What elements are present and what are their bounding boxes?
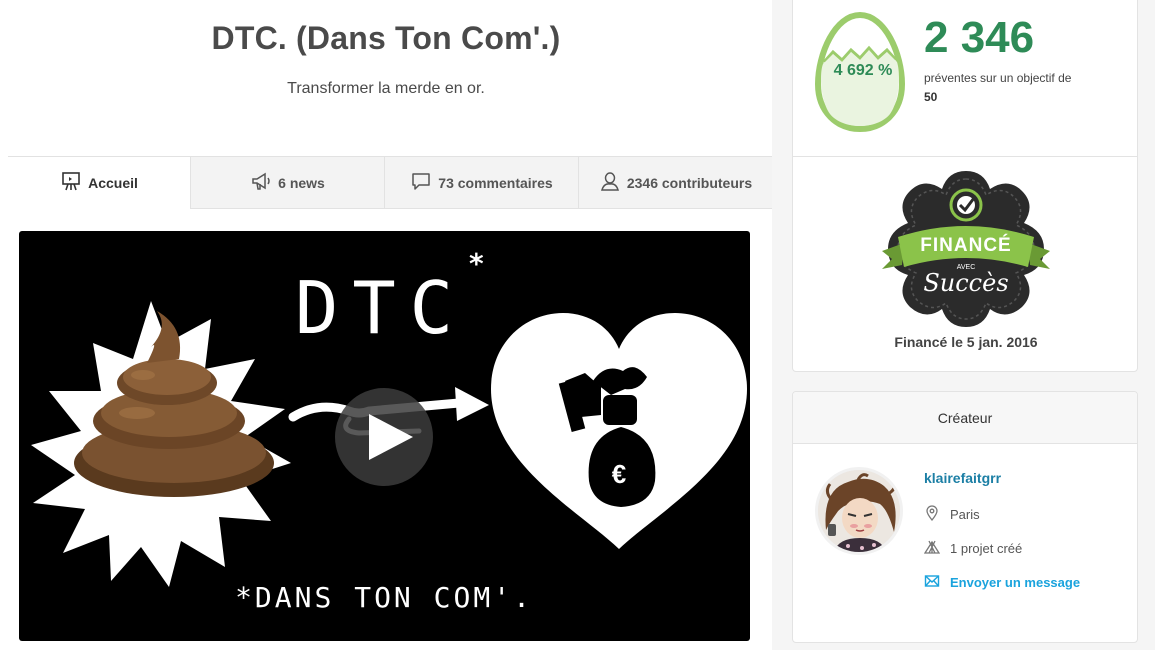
video-footnote: *DANS TON COM'. (235, 581, 533, 614)
card-divider (793, 156, 1137, 157)
sidebar: 4 692 % 2 346 préventes sur un objectif … (772, 0, 1155, 650)
video-title-text: DTC (295, 266, 467, 350)
project-video[interactable]: € DTC * *DANS TON COM'. (19, 231, 750, 641)
project-title: DTC. (Dans Ton Com'.) (211, 20, 561, 56)
badge-top-text: FINANCÉ (920, 234, 1011, 256)
easel-icon (60, 170, 82, 195)
tab-label: 73 commentaires (438, 174, 553, 191)
tab-comments[interactable]: 73 commentaires (384, 157, 578, 209)
play-icon (369, 414, 413, 460)
creator-city-label: Paris (950, 507, 980, 522)
envelope-icon (924, 573, 940, 592)
tent-icon (923, 539, 941, 558)
tab-label: 2346 contributeurs (626, 174, 753, 191)
funded-date: Financé le 5 jan. 2016 (894, 334, 1038, 350)
funding-card: 4 692 % 2 346 préventes sur un objectif … (792, 0, 1138, 372)
tab-accueil[interactable]: Accueil (8, 157, 190, 209)
location-pin-icon (924, 505, 940, 524)
presales-goal-text: préventes sur un objectif de (924, 71, 1072, 85)
creator-header: Créateur (793, 392, 1137, 444)
person-icon (599, 170, 621, 195)
creator-name[interactable]: klairefaitgrr (924, 470, 1001, 486)
creator-projects: 1 projet créé (923, 539, 1023, 558)
tab-label: 6 news (278, 174, 325, 191)
project-subtitle: Transformer la merde en or. (287, 80, 485, 97)
play-button[interactable] (335, 388, 433, 486)
send-message-label: Envoyer un message (950, 575, 1081, 590)
presales-goal-value: 50 (924, 90, 938, 104)
avatar[interactable] (815, 467, 903, 555)
tab-label: Accueil (88, 174, 138, 191)
speech-bubble-icon (410, 170, 432, 195)
megaphone-icon (250, 170, 272, 195)
creator-city: Paris (924, 505, 980, 524)
creator-card: Créateur klairefaitgrr Paris 1 projet cr… (792, 391, 1138, 643)
main-column: DTC. (Dans Ton Com'.) Transformer la mer… (0, 0, 772, 650)
presales-count: 2 346 (924, 13, 1035, 62)
badge-bottom-text: Succès (923, 269, 1008, 297)
avatar-illustration (818, 470, 900, 552)
project-tabs: Accueil 6 news 73 commentaires 2346 cont… (8, 156, 772, 209)
tab-contributors[interactable]: 2346 contributeurs (578, 157, 772, 209)
tab-news[interactable]: 6 news (190, 157, 384, 209)
funded-success-badge: FINANCÉ AVEC Succès (882, 171, 1050, 327)
send-message-link[interactable]: Envoyer un message (924, 573, 1080, 592)
creator-projects-label: 1 projet créé (950, 541, 1023, 556)
currency-symbol: € (612, 459, 626, 489)
presales-description: préventes sur un objectif de 50 (924, 69, 1124, 107)
video-title-mark: * (469, 247, 484, 280)
funding-percent: 4 692 % (833, 62, 893, 79)
